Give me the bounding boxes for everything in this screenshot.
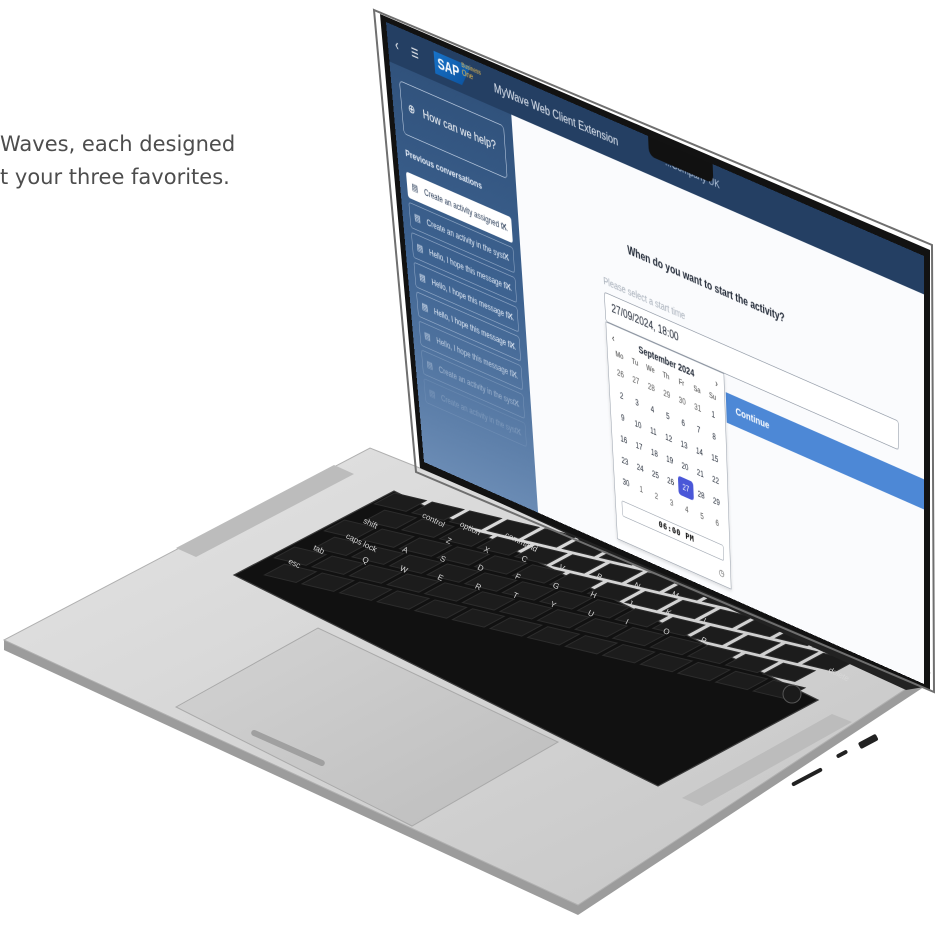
chat-bubble-icon: ▤ [419,271,426,285]
clock-icon[interactable]: ◷ [719,566,725,579]
back-icon[interactable]: ‹ [394,36,399,55]
close-icon[interactable]: ✕ [501,219,508,234]
close-icon[interactable]: ✕ [515,424,522,438]
touch-id-button[interactable] [783,685,801,703]
calendar-day[interactable]: 6 [709,510,725,535]
chat-bubble-icon: ▤ [421,300,428,314]
close-icon[interactable]: ✕ [505,279,512,294]
close-icon[interactable]: ✕ [503,249,510,264]
chat-plus-icon: ⊕ [407,100,415,118]
next-month-button[interactable]: › [715,377,718,389]
usb-c-port [836,749,848,758]
menu-icon[interactable]: ☰ [410,44,419,62]
close-icon[interactable]: ✕ [511,367,518,381]
hdmi-port [858,734,879,750]
chat-bubble-icon: ▤ [411,181,418,195]
chat-bubble-icon: ▤ [416,241,423,255]
calendar-day[interactable]: 4 [679,497,695,522]
continue-label: Continue [735,405,769,432]
close-icon[interactable]: ✕ [509,338,516,352]
chat-bubble-icon: ▤ [424,329,431,343]
sap-logo-text: SAP [437,55,460,82]
time-value: 06:00 PM [658,519,694,545]
product-tag: Business One [461,61,482,86]
close-icon[interactable]: ✕ [513,396,520,410]
help-placeholder: How can we help? [422,107,496,154]
prev-month-button[interactable]: ‹ [612,332,615,344]
chat-bubble-icon: ▤ [429,387,436,401]
close-icon[interactable]: ✕ [507,309,514,324]
chat-bubble-icon: ▤ [414,211,421,225]
chat-bubble-icon: ▤ [426,358,433,372]
